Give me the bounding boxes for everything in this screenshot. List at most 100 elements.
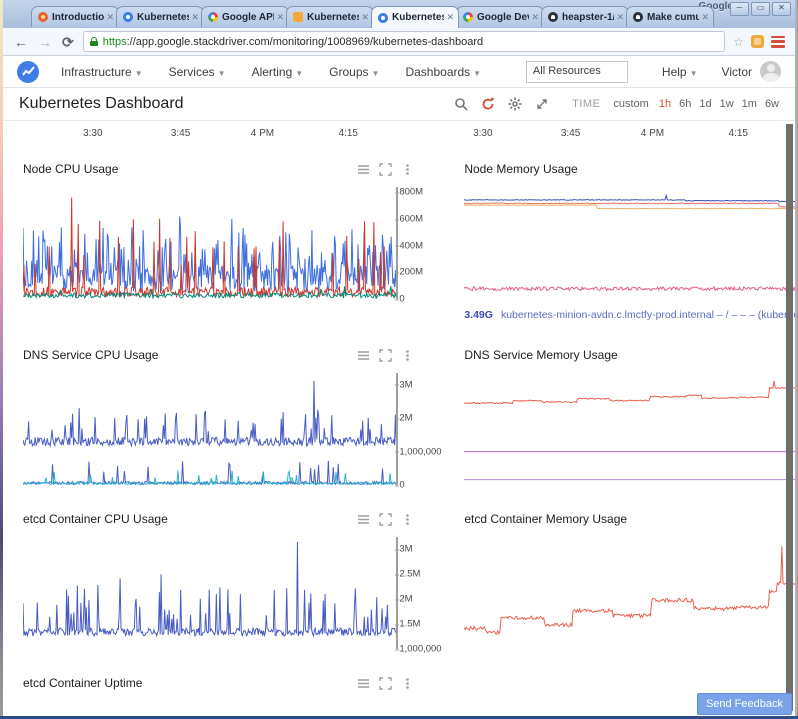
nav-menu-label: Infrastructure (61, 65, 132, 79)
chart-more-icon[interactable] (401, 513, 414, 526)
browser-tab-6[interactable]: Google Deve✕ (456, 6, 544, 27)
chart-title: DNS Service CPU Usage (23, 348, 158, 362)
browser-tab-4[interactable]: Kubernetes✕ (286, 6, 374, 27)
chart-legend-icon[interactable] (357, 513, 370, 526)
axis-tick-label: 200M (399, 267, 423, 278)
chart-series-svg (464, 373, 795, 485)
browser-tab-5[interactable]: Kubernetes✕ (371, 6, 459, 28)
gear-icon[interactable] (508, 97, 522, 111)
nav-menu-label: Services (169, 65, 215, 79)
time-range-1w[interactable]: 1w (720, 98, 734, 110)
tab-title: Google Deve (477, 12, 529, 23)
chart-legend-icon[interactable] (357, 677, 370, 690)
chevron-down-icon: ▼ (473, 69, 481, 78)
chart-expand-icon[interactable] (379, 163, 392, 176)
send-feedback-button[interactable]: Send Feedback (697, 693, 792, 715)
nav-menu-alerting[interactable]: Alerting▼ (252, 65, 304, 79)
chart-series-svg (23, 537, 396, 649)
search-icon[interactable] (454, 97, 468, 111)
nav-menu-groups[interactable]: Groups▼ (329, 65, 379, 79)
chart-more-icon[interactable] (401, 677, 414, 690)
browser-tab-8[interactable]: Make cumul✕ (626, 6, 714, 27)
console-orange-icon (293, 12, 303, 22)
tab-close-icon[interactable]: ✕ (701, 13, 709, 22)
chart-legend-icon[interactable] (357, 349, 370, 362)
chart-plot: 3M2.5M2M1.5M1,000,000 (23, 537, 442, 649)
chrome-menu-icon[interactable] (771, 36, 785, 48)
axis-tick-label: 2M (399, 413, 412, 424)
chart-more-icon[interactable] (401, 163, 414, 176)
browser-tab-1[interactable]: Introduction✕ (31, 6, 119, 27)
dashboard-toolbar: TIME custom1h6h1d1w1m6w (454, 97, 779, 111)
stackdriver-logo-icon[interactable] (17, 61, 39, 83)
chevron-down-icon: ▼ (295, 69, 303, 78)
chart-expand-icon[interactable] (379, 677, 392, 690)
refresh-icon[interactable] (481, 97, 495, 111)
tab-close-icon[interactable]: ✕ (446, 13, 454, 22)
all-resources-box[interactable]: All Resources (526, 61, 628, 83)
chart-card-etcd-memory: etcd Container Memory Usage16M14M12M (448, 497, 795, 661)
url-text[interactable]: https://app.google.stackdriver.com/monit… (103, 36, 483, 48)
time-range-6w[interactable]: 6w (765, 98, 779, 110)
chart-series-svg (23, 187, 396, 299)
tab-close-icon[interactable]: ✕ (616, 13, 624, 22)
axis-tick-label: 3M (399, 544, 412, 555)
time-range-1h[interactable]: 1h (659, 98, 671, 110)
url-bar[interactable]: https://app.google.stackdriver.com/monit… (83, 31, 726, 52)
time-range-1d[interactable]: 1d (699, 98, 711, 110)
tab-strip: Introduction✕Kubernetes✕Google APIs✕Kube… (31, 6, 765, 28)
chart-more-icon[interactable] (401, 349, 414, 362)
time-tick-label: 3:45 (561, 128, 580, 139)
tab-close-icon[interactable]: ✕ (191, 13, 199, 22)
bookmark-star-icon[interactable]: ☆ (733, 35, 744, 49)
back-button[interactable]: ← (14, 35, 28, 49)
fullscreen-icon[interactable] (535, 97, 549, 111)
forward-button[interactable]: → (38, 35, 52, 49)
time-range-custom[interactable]: custom (613, 98, 648, 110)
dns-cpu-low (23, 461, 396, 485)
browser-toolbar: ← → ⟳ https://app.google.stackdriver.com… (3, 28, 795, 56)
tab-close-icon[interactable]: ✕ (531, 13, 539, 22)
mem-pink (464, 287, 795, 291)
tab-close-icon[interactable]: ✕ (106, 13, 114, 22)
tab-close-icon[interactable]: ✕ (361, 13, 369, 22)
app-nav-bar: Infrastructure▼Services▼Alerting▼Groups▼… (3, 56, 795, 88)
time-axis-row: 3:303:454 PM4:153:303:454 PM4:15 (3, 121, 795, 147)
chart-title: Node CPU Usage (23, 162, 118, 176)
nav-right-group: All Resources Help▼ Victor (526, 61, 781, 83)
chart-expand-icon[interactable] (379, 513, 392, 526)
time-range-6h[interactable]: 6h (679, 98, 691, 110)
avatar[interactable] (760, 61, 781, 82)
github-icon (548, 12, 558, 22)
etcd-mem-red (464, 546, 795, 640)
nav-menu-dashboards[interactable]: Dashboards▼ (405, 65, 481, 79)
tab-title: Introduction (52, 12, 104, 23)
chart-plot: 16M14M12M (464, 537, 795, 649)
chart-card-dns-memory: DNS Service Memory Usage15M10M5M0 (448, 333, 795, 497)
chart-card-head: Node Memory Usage (464, 159, 795, 179)
time-tick-label: 3:45 (171, 128, 190, 139)
nav-menu-infrastructure[interactable]: Infrastructure▼ (61, 65, 143, 79)
close-button[interactable]: ✕ (772, 2, 791, 16)
browser-tab-7[interactable]: heapster-1/s✕ (541, 6, 629, 27)
browser-tab-3[interactable]: Google APIs✕ (201, 6, 289, 27)
chart-legend[interactable]: 3.49Gkubernetes-minion-avdn.c.lmctfy-pro… (464, 309, 795, 321)
nav-menu-services[interactable]: Services▼ (169, 65, 226, 79)
extension-icon[interactable] (751, 35, 764, 48)
chart-card-head: Node CPU Usage (23, 159, 442, 179)
browser-tab-2[interactable]: Kubernetes✕ (116, 6, 204, 27)
chart-expand-icon[interactable] (379, 349, 392, 362)
chart-card-head: DNS Service Memory Usage (464, 345, 795, 365)
tab-title: Kubernetes (392, 12, 444, 23)
chart-legend-icon[interactable] (357, 163, 370, 176)
tab-title: Make cumul (647, 12, 699, 23)
chart-card-node-memory: Node Memory Usage3.5G3G2.5G3.49Gkubernet… (448, 147, 795, 333)
chart-card-icons (357, 677, 414, 690)
help-menu[interactable]: Help▼ (662, 65, 698, 79)
scrollbar[interactable] (786, 124, 793, 711)
tab-close-icon[interactable]: ✕ (276, 13, 284, 22)
reload-button[interactable]: ⟳ (62, 35, 74, 49)
time-axis-col-1: 3:303:454 PM4:15 (7, 121, 397, 147)
time-range-1m[interactable]: 1m (742, 98, 757, 110)
chart-series-svg (464, 187, 795, 299)
